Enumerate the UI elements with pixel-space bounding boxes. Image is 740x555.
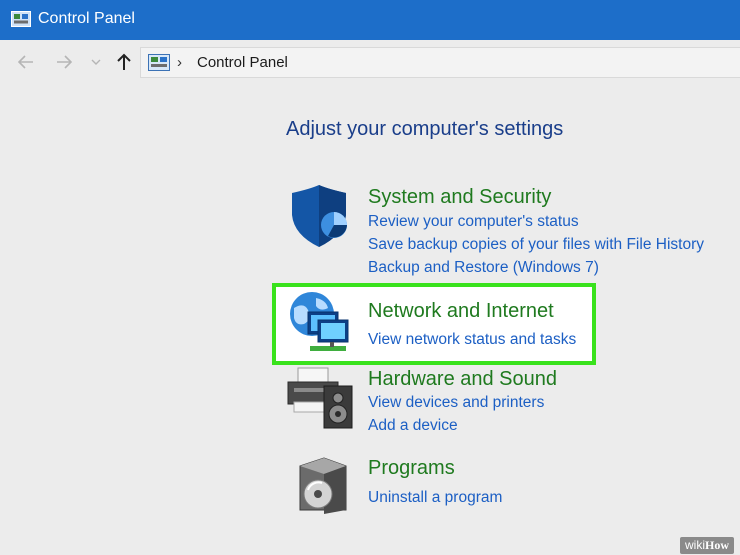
breadcrumb-separator[interactable]: › <box>177 54 182 71</box>
address-bar[interactable]: › Control Panel <box>140 47 740 78</box>
link-file-history[interactable]: Save backup copies of your files with Fi… <box>368 236 704 254</box>
recent-locations-chevron-icon[interactable] <box>91 58 101 66</box>
page-title: Adjust your computer's settings <box>286 118 564 140</box>
title-bar: Control Panel <box>0 0 740 40</box>
programs-disc-icon[interactable] <box>294 454 354 516</box>
breadcrumb-location[interactable]: Control Panel <box>197 54 288 71</box>
wikihow-watermark: wikiHow <box>680 537 734 554</box>
printer-speaker-icon[interactable] <box>286 366 354 430</box>
link-review-status[interactable]: Review your computer's status <box>368 213 579 231</box>
link-devices-printers[interactable]: View devices and printers <box>368 394 544 412</box>
control-panel-icon <box>148 54 170 71</box>
network-globe-icon[interactable] <box>286 290 352 356</box>
category-system-security[interactable]: System and Security <box>368 186 551 209</box>
category-network-internet[interactable]: Network and Internet <box>368 300 554 323</box>
link-add-device[interactable]: Add a device <box>368 417 458 435</box>
window-title: Control Panel <box>38 10 135 27</box>
up-arrow-icon[interactable] <box>114 52 134 72</box>
link-backup-restore[interactable]: Backup and Restore (Windows 7) <box>368 259 599 277</box>
control-panel-icon <box>11 11 31 27</box>
link-network-status[interactable]: View network status and tasks <box>368 331 576 349</box>
forward-arrow-icon[interactable] <box>54 52 74 72</box>
link-uninstall-program[interactable]: Uninstall a program <box>368 489 502 507</box>
shield-icon[interactable] <box>288 185 352 249</box>
back-arrow-icon[interactable] <box>16 52 36 72</box>
category-hardware-sound[interactable]: Hardware and Sound <box>368 368 557 391</box>
category-programs[interactable]: Programs <box>368 457 455 480</box>
